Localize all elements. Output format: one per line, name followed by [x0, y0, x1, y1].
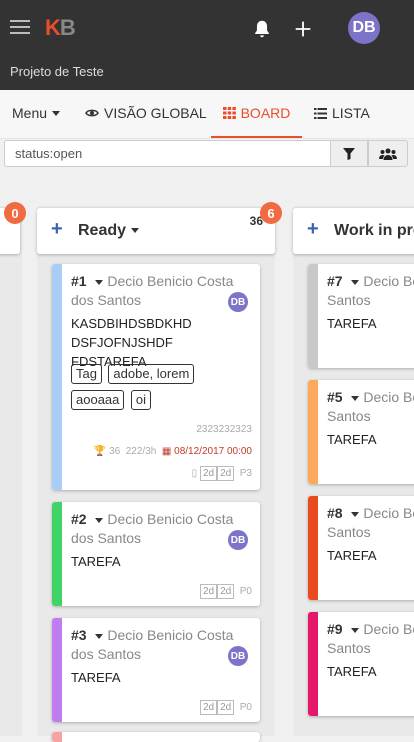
- add-card-icon[interactable]: +: [307, 218, 319, 241]
- notifications-bell-icon[interactable]: [251, 18, 273, 40]
- column-title-dropdown[interactable]: Ready: [78, 222, 140, 240]
- card-priority: P0: [239, 586, 252, 597]
- card-assignee-avatar: DB: [228, 530, 248, 550]
- card-estimate: 2d: [199, 584, 218, 599]
- chevron-down-icon[interactable]: [95, 279, 104, 285]
- tag: adobe, lorem: [108, 364, 195, 384]
- filter-funnel-icon: [343, 147, 355, 160]
- card-due-date: 08/12/2017 00:00: [174, 446, 252, 457]
- kanban-board: 0 + Ready 36 6 #1 Decio Benicio Costa do…: [0, 180, 414, 742]
- card-color-stripe: [52, 502, 62, 606]
- view-tabs: Menu VISÃO GLOBAL BOARD LISTA: [0, 90, 414, 139]
- chevron-down-icon[interactable]: [95, 633, 104, 639]
- card-estimate-remaining: 2d: [217, 700, 235, 715]
- card-title: #7 Decio Benicio Costa dos Santos: [327, 273, 414, 308]
- chevron-down-icon[interactable]: [95, 517, 104, 523]
- card-estimate-remaining: 2d: [217, 584, 235, 599]
- app-logo[interactable]: KB: [45, 15, 76, 41]
- file-icon: ▯: [191, 468, 198, 479]
- chevron-down-icon: [52, 110, 61, 116]
- card-assignee-avatar: DB: [228, 646, 248, 666]
- project-name[interactable]: Projeto de Teste: [10, 64, 104, 79]
- chevron-down-icon[interactable]: [351, 395, 360, 401]
- card-description: KASDBIHDSBDKHD DSFJOFNJSHDF FDSTAREFA: [71, 316, 192, 369]
- eye-icon: [85, 109, 99, 117]
- card-color-stripe: [308, 496, 318, 600]
- card-footer: 2d 2d P0: [199, 584, 252, 599]
- card-footer: 2d 2d P0: [199, 700, 252, 715]
- card-description: TAREFA: [327, 432, 377, 447]
- card-estimate: 2d: [199, 700, 218, 715]
- card-estimate-remaining: 2d: [217, 466, 235, 481]
- card-title: #5 Decio Benicio Costa dos Santos: [327, 389, 414, 424]
- card-description: TAREFA: [327, 664, 377, 679]
- tag: Tag: [71, 364, 102, 384]
- chevron-down-icon[interactable]: [351, 627, 360, 633]
- column-left-count-badge: 0: [4, 202, 26, 224]
- user-avatar[interactable]: DB: [348, 12, 380, 44]
- menu-dropdown[interactable]: Menu: [12, 90, 61, 136]
- add-icon[interactable]: [292, 18, 314, 40]
- card-metrics: 🏆 36 222/3h ▦ 08/12/2017 00:00: [94, 446, 252, 457]
- card-color-stripe: [52, 618, 62, 722]
- card-color-stripe: [52, 732, 62, 742]
- column-ready-header: + Ready 36: [37, 208, 275, 254]
- tab-global-view[interactable]: VISÃO GLOBAL: [85, 90, 207, 136]
- filter-bar: [4, 140, 408, 167]
- card-title: #2 Decio Benicio Costa dos Santos: [71, 511, 234, 546]
- chevron-down-icon: [131, 228, 140, 234]
- calendar-icon: ▦: [161, 446, 172, 457]
- card-tags: Tag adobe, lorem aooaaa oi: [71, 364, 241, 416]
- card-description: TAREFA: [71, 670, 121, 685]
- filter-button[interactable]: [330, 140, 368, 167]
- column-wip-header: + Work in progress: [293, 208, 414, 254]
- task-card[interactable]: #2 Decio Benicio Costa dos Santos DB TAR…: [52, 502, 260, 606]
- task-card[interactable]: #1 Decio Benicio Costa dos Santos DB KAS…: [52, 264, 260, 490]
- card-color-stripe: [52, 264, 62, 490]
- card-color-stripe: [308, 264, 318, 368]
- card-description: TAREFA: [71, 554, 121, 569]
- column-ready-count-badge: 6: [260, 202, 282, 224]
- column-left: [0, 206, 22, 736]
- card-priority: P3: [239, 468, 252, 479]
- card-time: 222/3h: [125, 446, 157, 457]
- card-priority: P0: [239, 702, 252, 713]
- card-estimate: 2d: [199, 466, 218, 481]
- column-title[interactable]: Work in progress: [334, 222, 414, 240]
- card-title: #8 Decio Benicio Costa dos Santos: [327, 505, 414, 540]
- list-icon: [314, 107, 327, 119]
- task-card[interactable]: [52, 732, 260, 742]
- add-card-icon[interactable]: +: [51, 218, 63, 241]
- card-title: #9 Decio Benicio Costa dos Santos: [327, 621, 414, 656]
- card-description: TAREFA: [327, 548, 377, 563]
- filter-input[interactable]: [4, 140, 342, 167]
- task-card[interactable]: #9 Decio Benicio Costa dos Santos TAREFA: [308, 612, 414, 716]
- trophy-icon: 🏆: [93, 446, 107, 457]
- task-card[interactable]: #8 Decio Benicio Costa dos Santos TAREFA: [308, 496, 414, 600]
- tab-board[interactable]: BOARD: [211, 90, 302, 138]
- board-grid-icon: [222, 107, 236, 119]
- task-card[interactable]: #5 Decio Benicio Costa dos Santos TAREFA: [308, 380, 414, 484]
- tag: oi: [130, 390, 151, 410]
- task-card[interactable]: #7 Decio Benicio Costa dos Santos TAREFA: [308, 264, 414, 368]
- top-bar: KB DB Projeto de Teste: [0, 0, 414, 90]
- task-card[interactable]: #3 Decio Benicio Costa dos Santos DB TAR…: [52, 618, 260, 722]
- card-assignee-avatar: DB: [228, 292, 248, 312]
- tag: aooaaa: [71, 390, 125, 410]
- users-icon: [379, 148, 397, 160]
- hamburger-menu-icon[interactable]: [10, 20, 30, 34]
- card-title: #3 Decio Benicio Costa dos Santos: [71, 627, 234, 662]
- card-color-stripe: [308, 380, 318, 484]
- card-title: #1 Decio Benicio Costa dos Santos: [71, 273, 234, 308]
- card-color-stripe: [308, 612, 318, 716]
- user-filter-button[interactable]: [368, 140, 408, 167]
- chevron-down-icon[interactable]: [351, 279, 360, 285]
- card-reference: 2323232323: [196, 424, 252, 435]
- card-score: 36: [109, 446, 121, 457]
- chevron-down-icon[interactable]: [351, 511, 360, 517]
- card-description: TAREFA: [327, 316, 377, 331]
- tab-list[interactable]: LISTA: [314, 90, 370, 136]
- card-footer: ▯ 2d 2d P3: [192, 466, 252, 481]
